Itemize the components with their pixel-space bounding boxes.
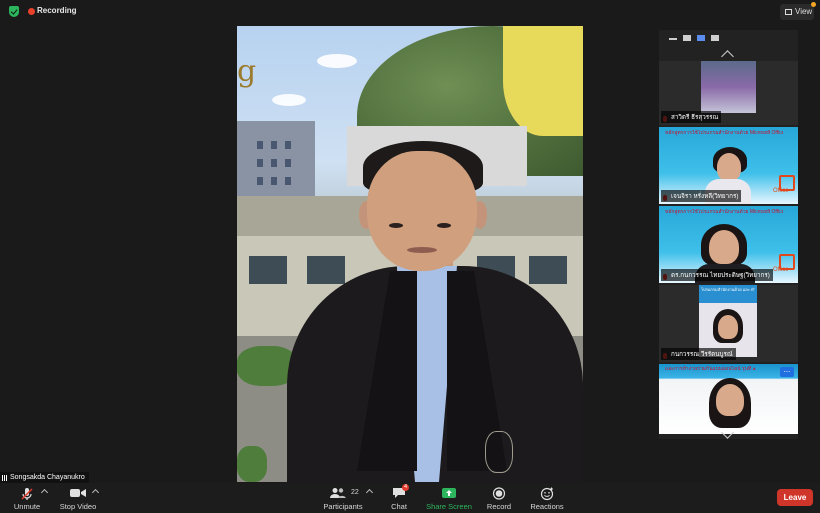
- participants-icon: [330, 488, 346, 498]
- participant-tile[interactable]: หลักสูตรการใช้โปรแกรมสำนักงานด้วย Micros…: [659, 206, 798, 283]
- minimize-icon[interactable]: [669, 38, 677, 40]
- record-icon: [492, 487, 506, 500]
- security-shield-icon[interactable]: [9, 6, 19, 17]
- thumbnail-view-icon[interactable]: [683, 35, 691, 41]
- chat-unread-badge: 4: [402, 484, 410, 491]
- chat-button[interactable]: 4 Chat: [385, 483, 413, 513]
- view-button[interactable]: View: [780, 2, 816, 20]
- signal-bars-icon: [2, 475, 8, 481]
- participant-name: สาวิตรี ธีรสุวรรณ: [661, 111, 722, 123]
- record-button[interactable]: Record: [484, 483, 514, 513]
- participants-label: Participants: [323, 502, 363, 511]
- share-screen-button[interactable]: Share Screen: [424, 483, 474, 513]
- more-options-button[interactable]: ...: [780, 366, 794, 377]
- view-notification-dot: [811, 2, 816, 7]
- cloud: [272, 94, 306, 106]
- participant-name: ดร.กนกวรรณ ไทยประดิษฐ(วิทยากร): [661, 269, 773, 281]
- grid-view-icon: [785, 9, 792, 15]
- self-name-text: Songsakda Chayanukro: [10, 474, 85, 481]
- participant-name: เจนจิรา หรั่งหลี(วิทยากร): [661, 190, 742, 202]
- participant-tile[interactable]: หลักสูตรการใช้โปรแกรมสำนักงานด้วย Micros…: [659, 127, 798, 204]
- reactions-smiley-icon: [540, 487, 554, 501]
- unmute-button[interactable]: Unmute: [8, 483, 46, 513]
- muted-mic-icon: [21, 488, 33, 500]
- recording-label: Recording: [37, 6, 77, 15]
- video-camera-icon: [70, 489, 86, 497]
- view-label: View: [795, 7, 813, 16]
- participant-tile[interactable]: สาวิตรี ธีรสุวรรณ: [659, 61, 798, 125]
- office-logo-icon: Office: [773, 254, 795, 274]
- participant-video: โปรแกรมสำนักงานด้วย และ ทำงานร่วมกันแบบอ…: [699, 285, 757, 357]
- slide-title: โปรแกรมสำนักงานด้วย และ ทำงานร่วมกันแบบอ…: [701, 287, 755, 292]
- self-name-label: Songsakda Chayanukro: [0, 472, 89, 483]
- reactions-button[interactable]: Reactions: [528, 483, 566, 513]
- background-bush: [237, 446, 267, 482]
- active-speaker-video[interactable]: g: [237, 26, 583, 482]
- meeting-toolbar: Unmute Stop Video 22 Participants 4 Chat: [0, 483, 820, 513]
- participants-button[interactable]: 22 Participants: [318, 483, 368, 513]
- participant-video: [701, 61, 756, 113]
- participant-name: กนกวรรณ วีรรัตนบูรณ์: [661, 348, 736, 360]
- gallery-view-icon[interactable]: [711, 35, 719, 41]
- cloud: [317, 54, 357, 68]
- slide-title: และการทำงานร่วมกันแบบออนไลน์ รุ่นที่ ๑: [665, 366, 756, 372]
- record-label: Record: [486, 502, 512, 511]
- stop-video-label: Stop Video: [59, 502, 97, 511]
- reactions-label: Reactions: [530, 502, 564, 511]
- unmute-label: Unmute: [13, 502, 41, 511]
- participant-video: และการทำงานร่วมกันแบบออนไลน์ รุ่นที่ ๑: [659, 364, 798, 434]
- speaker-view-icon[interactable]: [697, 35, 705, 41]
- office-logo-icon: Office: [773, 175, 795, 195]
- lapel-emblem: [485, 431, 513, 473]
- background-yellow-shape: [503, 26, 583, 136]
- slide-title: หลักสูตรการใช้โปรแกรมสำนักงานด้วย Micros…: [665, 209, 783, 215]
- speaker-person: [287, 131, 583, 482]
- stop-video-button[interactable]: Stop Video: [56, 483, 100, 513]
- participant-gallery: สาวิตรี ธีรสุวรรณ หลักสูตรการใช้โปรแกรมส…: [659, 30, 798, 439]
- background-logo-letter: g: [237, 54, 257, 89]
- participant-tile[interactable]: โปรแกรมสำนักงานด้วย และ ทำงานร่วมกันแบบอ…: [659, 285, 798, 362]
- share-screen-icon: [442, 488, 456, 498]
- chat-label: Chat: [391, 502, 407, 511]
- gallery-header: [659, 30, 798, 46]
- participants-count: 22: [351, 489, 359, 496]
- share-screen-label: Share Screen: [426, 502, 472, 511]
- leave-button[interactable]: Leave: [777, 489, 813, 506]
- slide-title: หลักสูตรการใช้โปรแกรมสำนักงานด้วย Micros…: [665, 130, 783, 136]
- recording-dot-icon: [28, 8, 35, 15]
- top-bar: Recording View: [0, 0, 820, 24]
- participant-tile[interactable]: และการทำงานร่วมกันแบบออนไลน์ รุ่นที่ ๑ .…: [659, 364, 798, 434]
